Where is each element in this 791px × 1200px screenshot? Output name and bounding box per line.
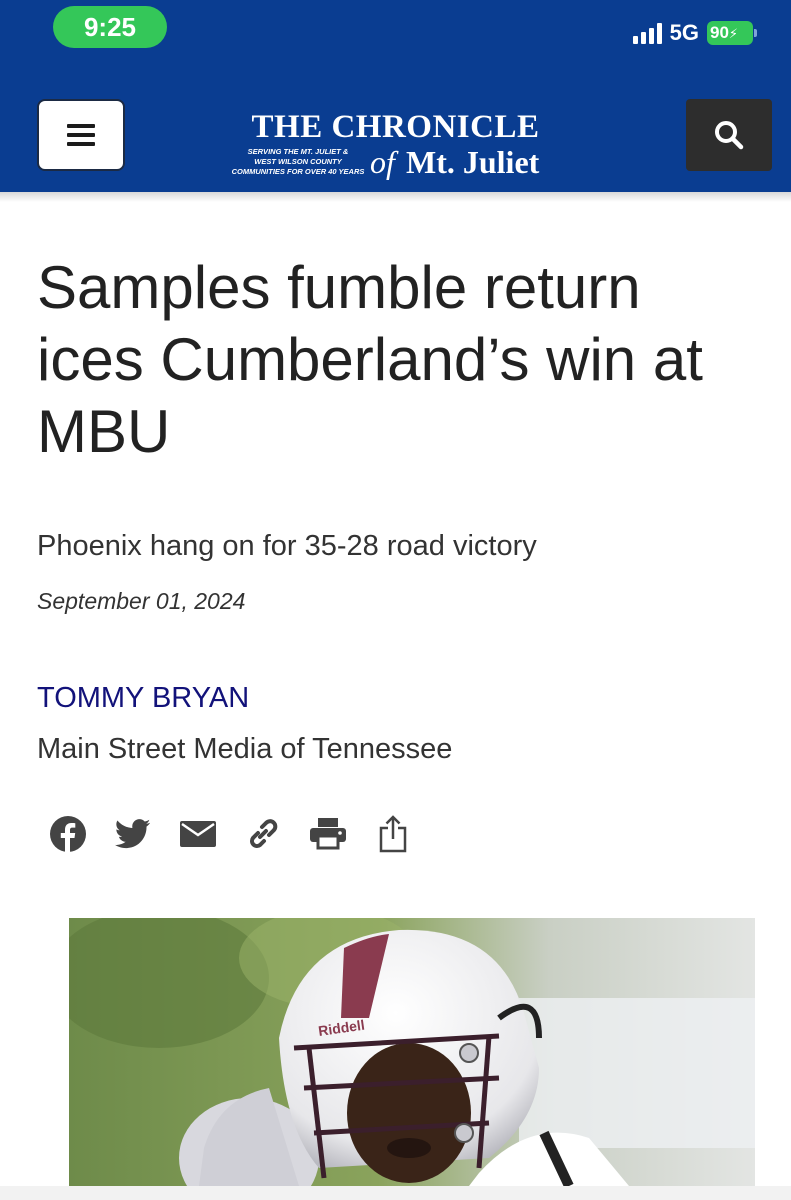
site-header: 9:25 5G 90⚡ THE CHRONICLE SERVING THE MT… [0,0,791,192]
email-icon[interactable] [180,814,216,854]
logo-city: Mt. Juliet [406,144,540,180]
signal-icon [632,22,662,44]
author-link[interactable]: TOMMY BRYAN [37,682,249,715]
search-button[interactable] [686,99,772,171]
share-toolbar [50,812,411,856]
network-type: 5G [669,20,699,45]
site-logo[interactable]: THE CHRONICLE SERVING THE MT. JULIET & W… [228,110,563,182]
status-indicators: 5G 90⚡ [632,18,757,48]
article-subhead: Phoenix hang on for 35-28 road victory [37,530,537,562]
battery-level: 90 [710,23,729,42]
author-organization: Main Street Media of Tennessee [37,733,453,765]
logo-title: THE CHRONICLE [251,109,540,145]
search-icon [715,121,744,150]
share-icon[interactable] [375,814,411,854]
browser-bottom-edge [0,1186,791,1200]
article-date: September 01, 2024 [37,588,246,614]
header-shadow [0,192,791,202]
logo-tagline-line: WEST WILSON COUNTY [254,157,342,166]
battery-icon: 90⚡ [707,21,757,45]
logo-of: of [370,144,395,180]
football-player-photo: Riddell [69,918,755,1186]
hamburger-icon [67,124,95,146]
link-icon[interactable] [245,814,281,854]
logo-tagline-line: COMMUNITIES FOR OVER 40 YEARS [231,167,365,176]
twitter-icon[interactable] [115,814,151,854]
article-photo[interactable]: Riddell [69,918,755,1186]
menu-button[interactable] [37,99,125,171]
facebook-icon[interactable] [50,814,86,854]
logo-tagline: SERVING THE MT. JULIET & WEST WILSON COU… [228,147,368,177]
print-icon[interactable] [310,814,346,854]
logo-tagline-line: SERVING THE MT. JULIET & [247,147,349,156]
article-headline: Samples fumble return ices Cumberland’s … [37,254,703,465]
status-time: 9:25 [53,6,167,48]
